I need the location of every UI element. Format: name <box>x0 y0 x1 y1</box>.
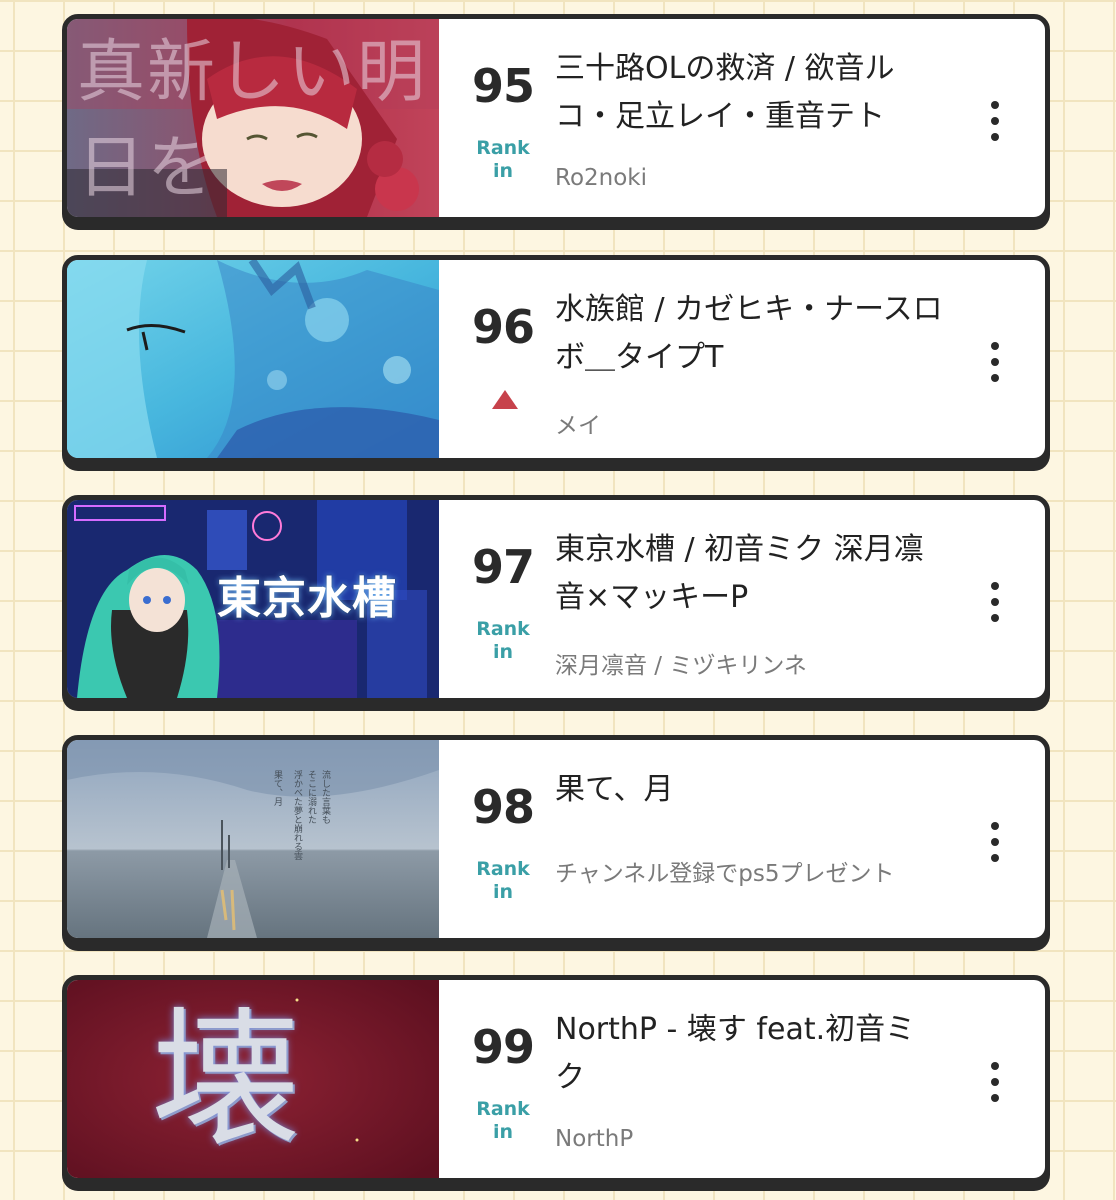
rank-up-arrow-icon <box>492 390 518 409</box>
ranking-card-99[interactable]: 壊 99 Rank in NorthP - 壊す feat.初音ミク NorthP <box>62 975 1050 1183</box>
song-title[interactable]: 果て、月 <box>555 766 945 814</box>
song-title[interactable]: NorthP - 壊す feat.初音ミク <box>555 1006 945 1102</box>
song-info: 水族館 / カゼヒキ・ナースロボ＿タイプT <box>555 286 945 382</box>
svg-text:果て、月: 果て、月 <box>272 770 283 807</box>
song-title[interactable]: 三十路OLの救済 / 欲音ルコ・足立レイ・重音テト <box>555 45 945 141</box>
rank-column: 98 Rank in <box>459 740 547 938</box>
rank-column: 99 Rank in <box>459 980 547 1178</box>
more-vertical-icon[interactable] <box>975 818 1015 866</box>
svg-text:浮かべた夢と崩れる雲: 浮かべた夢と崩れる雲 <box>292 769 303 861</box>
video-thumbnail[interactable]: 壊 <box>67 980 439 1178</box>
rank-column: 95 Rank in <box>459 19 547 217</box>
more-vertical-icon[interactable] <box>975 97 1015 145</box>
artist-name[interactable]: チャンネル登録でps5プレゼント <box>555 854 975 888</box>
ranking-card-95[interactable]: 真新しい明日を 95 Rank in 三十路OLの救済 / 欲音ルコ・足立レイ・重… <box>62 14 1050 222</box>
ranking-card-98[interactable]: 果て、月 浮かべた夢と崩れる雲 そこに溺れた 流した言葉も 98 Rank in … <box>62 735 1050 943</box>
thumbnail-overlay-text: 真新しい明日を <box>77 33 428 208</box>
video-thumbnail[interactable] <box>67 260 439 458</box>
ranking-card-97[interactable]: 東京水槽 97 Rank in 東京水槽 / 初音ミク 深月凛音×マッキーP 深月… <box>62 495 1050 703</box>
more-vertical-icon[interactable] <box>975 1058 1015 1106</box>
underwater-face-thumbnail <box>67 260 439 458</box>
video-thumbnail[interactable]: 真新しい明日を <box>67 19 439 217</box>
song-info: 果て、月 <box>555 766 945 814</box>
more-vertical-icon[interactable] <box>975 578 1015 626</box>
rank-number: 95 <box>471 59 535 113</box>
ranking-list: 真新しい明日を 95 Rank in 三十路OLの救済 / 欲音ルコ・足立レイ・重… <box>0 0 1116 1200</box>
artist-name[interactable]: NorthP <box>555 1126 975 1152</box>
rank-in-badge: Rank in <box>476 858 530 903</box>
song-title[interactable]: 東京水槽 / 初音ミク 深月凛音×マッキーP <box>555 526 945 622</box>
svg-text:そこに溺れた: そこに溺れた <box>306 770 317 824</box>
more-vertical-icon[interactable] <box>975 338 1015 386</box>
sea-horizon-thumbnail: 果て、月 浮かべた夢と崩れる雲 そこに溺れた 流した言葉も <box>67 740 439 938</box>
artist-name[interactable]: 深月凛音 / ミヅキリンネ <box>555 646 975 680</box>
thumbnail-kanji-text: 壊 <box>151 993 302 1167</box>
rank-in-badge: Rank in <box>476 1098 530 1143</box>
rank-column: 97 Rank in <box>459 500 547 698</box>
artist-name[interactable]: Ro2noki <box>555 165 975 191</box>
song-info: 東京水槽 / 初音ミク 深月凛音×マッキーP <box>555 526 945 622</box>
rank-number: 97 <box>471 540 535 594</box>
artist-name[interactable]: メイ <box>555 406 975 440</box>
ranking-card-96[interactable]: 96 水族館 / カゼヒキ・ナースロボ＿タイプT メイ <box>62 255 1050 463</box>
thumbnail-title-text: 東京水槽 <box>217 573 397 624</box>
video-thumbnail[interactable]: 東京水槽 <box>67 500 439 698</box>
rank-number: 98 <box>471 780 535 834</box>
rank-number: 99 <box>471 1020 535 1074</box>
rank-column: 96 <box>459 260 547 458</box>
rank-in-badge: Rank in <box>476 137 530 182</box>
rank-number: 96 <box>471 300 535 354</box>
svg-text:流した言葉も: 流した言葉も <box>320 769 331 824</box>
song-title[interactable]: 水族館 / カゼヒキ・ナースロボ＿タイプT <box>555 286 945 382</box>
song-info: 三十路OLの救済 / 欲音ルコ・足立レイ・重音テト <box>555 45 945 141</box>
video-thumbnail[interactable]: 果て、月 浮かべた夢と崩れる雲 そこに溺れた 流した言葉も <box>67 740 439 938</box>
rank-in-badge: Rank in <box>476 618 530 663</box>
song-info: NorthP - 壊す feat.初音ミク <box>555 1006 945 1102</box>
